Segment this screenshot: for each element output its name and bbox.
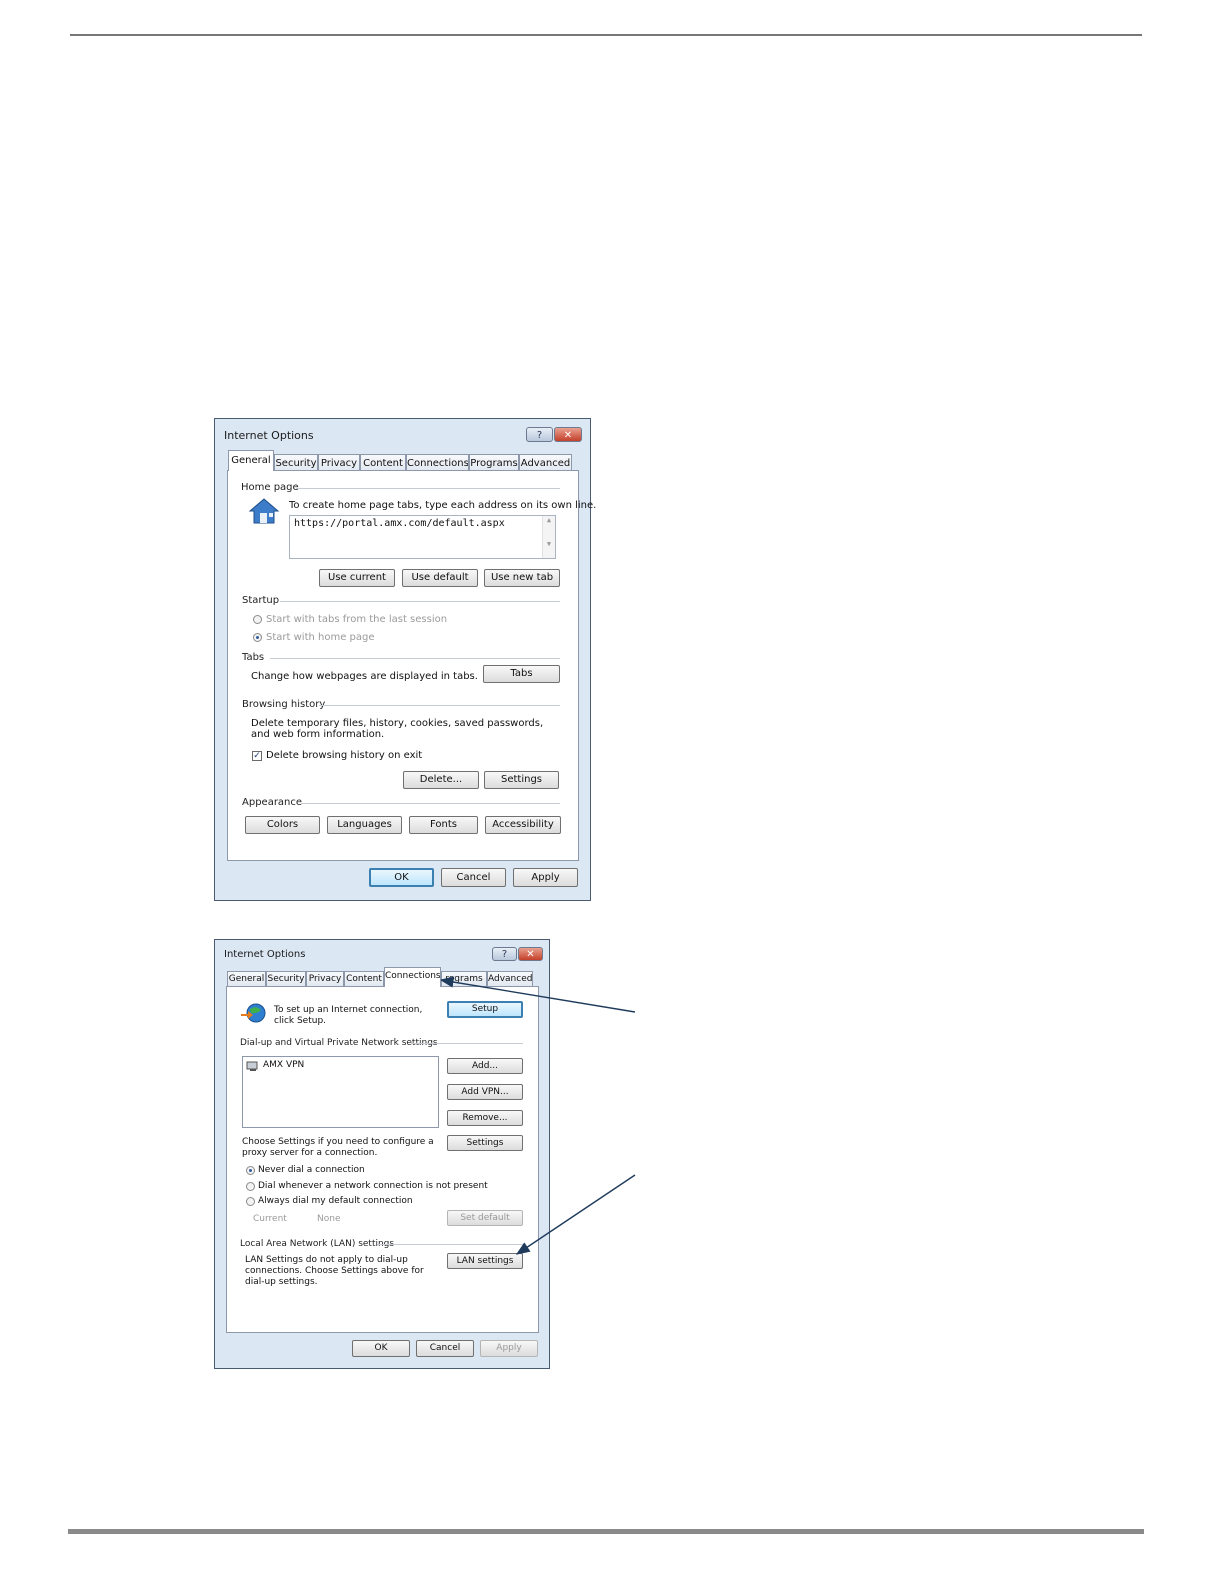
- connections-tab-arrow: [439, 976, 636, 1013]
- callout-arrows: [439, 976, 636, 1255]
- lan-settings-arrow: [515, 1174, 636, 1255]
- tab-general[interactable]: General: [228, 450, 274, 471]
- bottom-rule: [68, 1529, 1144, 1534]
- tab-connections[interactable]: Connections: [384, 967, 441, 987]
